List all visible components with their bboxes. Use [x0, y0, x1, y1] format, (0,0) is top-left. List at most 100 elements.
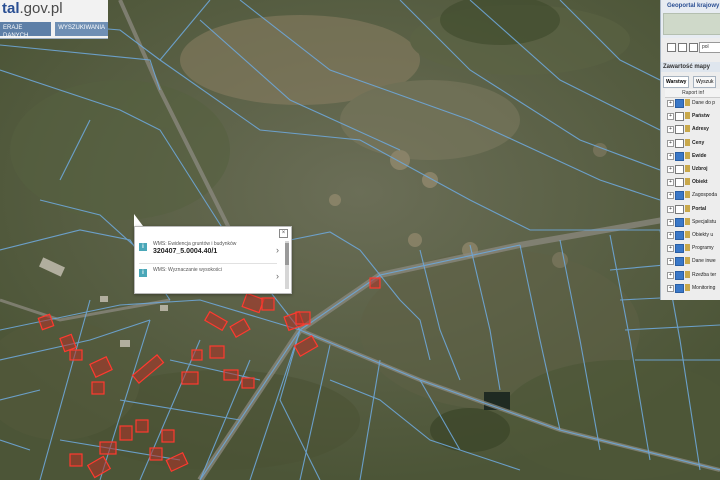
layer-name: Obiekt [692, 179, 708, 186]
layer-checkbox[interactable] [675, 99, 684, 108]
info-icon: i [139, 243, 147, 251]
chevron-right-icon: › [276, 245, 279, 255]
folder-icon [685, 257, 690, 265]
scrollbar-thumb[interactable] [285, 243, 289, 265]
layer-name: Adresy [692, 126, 709, 133]
layer-checkbox[interactable] [675, 191, 684, 201]
layer-checkbox[interactable] [675, 165, 684, 174]
layer-item[interactable]: + Adresy [661, 124, 720, 135]
language-select[interactable]: pol [699, 42, 720, 53]
panel-title: Geoportal krajowy [667, 3, 720, 9]
expand-icon[interactable]: + [667, 245, 674, 253]
overview-minimap[interactable] [663, 13, 720, 35]
feature-info-popup: × i WMS: Ewidencja gruntów i budynków 32… [134, 226, 292, 294]
expand-icon[interactable]: + [667, 100, 674, 107]
parcel-id: 320407_5.0004.40/1 [153, 248, 218, 255]
expand-icon[interactable]: + [667, 139, 674, 147]
save-icon[interactable] [689, 43, 698, 52]
geoportal-logo-bar: tal.gov.pl ERAJE DANYCH WYSZUKIWANIA [0, 0, 108, 39]
layer-item[interactable]: + Programy [661, 243, 720, 254]
expand-icon[interactable]: + [667, 258, 674, 266]
layer-checkbox[interactable] [675, 204, 684, 214]
layer-name: Dane inwe [692, 258, 716, 265]
layer-checkbox[interactable] [675, 151, 684, 161]
layer-name: Rzeźba ter [692, 271, 717, 278]
info-icon: i [139, 269, 147, 277]
tab-search[interactable]: Wyszuk [693, 76, 717, 88]
layer-item[interactable]: + Dane do p [661, 98, 720, 109]
folder-icon [685, 178, 690, 186]
panel-toolbar: pol [661, 40, 720, 54]
layer-checkbox[interactable] [675, 257, 684, 267]
layer-checkbox[interactable] [675, 112, 684, 122]
folder-icon [685, 204, 690, 212]
layer-item[interactable]: + Rzeźba ter [661, 270, 720, 281]
layer-name: Portal [692, 205, 707, 212]
top-link-data[interactable]: ERAJE DANYCH [0, 22, 52, 39]
layer-checkbox[interactable] [675, 138, 684, 148]
report-button[interactable]: Raport inf [665, 89, 720, 98]
folder-icon [685, 244, 690, 252]
expand-icon[interactable]: + [667, 271, 674, 279]
expand-icon[interactable]: + [667, 218, 674, 226]
layer-item[interactable]: + Monitoring [661, 283, 720, 294]
layer-item[interactable]: + Państw [661, 111, 720, 122]
layer-checkbox[interactable] [675, 244, 684, 254]
layer-name: Ewide [692, 152, 707, 159]
expand-icon[interactable]: + [667, 113, 674, 121]
popup-pointer [134, 214, 143, 226]
expand-icon[interactable]: + [667, 205, 674, 213]
layer-item[interactable]: + Zagospoda [661, 190, 720, 201]
layer-checkbox[interactable] [675, 178, 684, 188]
top-link-search[interactable]: WYSZUKIWANIA [55, 22, 108, 36]
layer-name: Dane do p [692, 100, 716, 106]
expand-icon[interactable]: + [667, 179, 674, 187]
layer-checkbox[interactable] [675, 283, 684, 293]
grid-icon[interactable] [667, 43, 676, 52]
layer-item[interactable]: + Ceny [661, 138, 720, 149]
expand-icon[interactable]: + [667, 284, 674, 292]
expand-icon[interactable]: + [667, 152, 674, 160]
folder-icon [685, 165, 690, 172]
layer-name: Uzbroj [692, 166, 708, 172]
popup-row-parcel[interactable]: i WMS: Ewidencja gruntów i budynków 3204… [139, 241, 279, 261]
aerial-map[interactable] [0, 0, 720, 480]
chevron-right-icon: › [276, 271, 279, 281]
layer-item[interactable]: + Ewide [661, 151, 720, 162]
divider [139, 263, 277, 264]
layer-item[interactable]: + Portal [661, 204, 720, 215]
expand-icon[interactable]: + [667, 192, 674, 200]
panel-tabs: Warstwy Wyszuk [663, 76, 720, 88]
folder-icon [685, 217, 690, 225]
print-icon[interactable] [678, 43, 687, 52]
layer-name: Specjalistu [692, 218, 717, 225]
expand-icon[interactable]: + [667, 166, 674, 173]
folder-icon [685, 270, 690, 278]
layer-name: Monitoring [692, 284, 716, 291]
close-icon[interactable]: × [279, 229, 288, 238]
layer-item[interactable]: + Obiekty u [661, 230, 720, 241]
layer-checkbox[interactable] [675, 270, 684, 280]
layer-item[interactable]: + Obiekt [661, 177, 720, 188]
expand-icon[interactable]: + [667, 126, 674, 134]
layer-name: Ceny [692, 139, 705, 146]
expand-icon[interactable]: + [667, 232, 674, 239]
layer-item[interactable]: + Dane inwe [661, 256, 720, 267]
popup-scrollbar[interactable] [285, 241, 289, 289]
logo-text-suffix: .gov.pl [19, 0, 63, 17]
layer-checkbox[interactable] [675, 217, 684, 227]
map-content-heading: Zawartość mapy [661, 62, 720, 72]
top-links: ERAJE DANYCH WYSZUKIWANIA [0, 22, 108, 39]
popup-row-height[interactable]: i WMS: Wyznaczanie wysokości › [139, 267, 279, 287]
popup-row-title: WMS: Ewidencja gruntów i budynków [153, 241, 237, 247]
layer-checkbox[interactable] [675, 231, 684, 240]
layer-item[interactable]: + Uzbroj [661, 164, 720, 175]
folder-icon [685, 125, 690, 133]
layer-name: Programy [692, 245, 714, 252]
layer-item[interactable]: + Specjalistu [661, 217, 720, 228]
tab-layers[interactable]: Warstwy [663, 76, 690, 88]
logo-text[interactable]: tal.gov.pl [2, 0, 63, 17]
logo-text-main: tal [2, 0, 20, 17]
layer-checkbox[interactable] [675, 125, 684, 135]
folder-icon [685, 99, 690, 106]
